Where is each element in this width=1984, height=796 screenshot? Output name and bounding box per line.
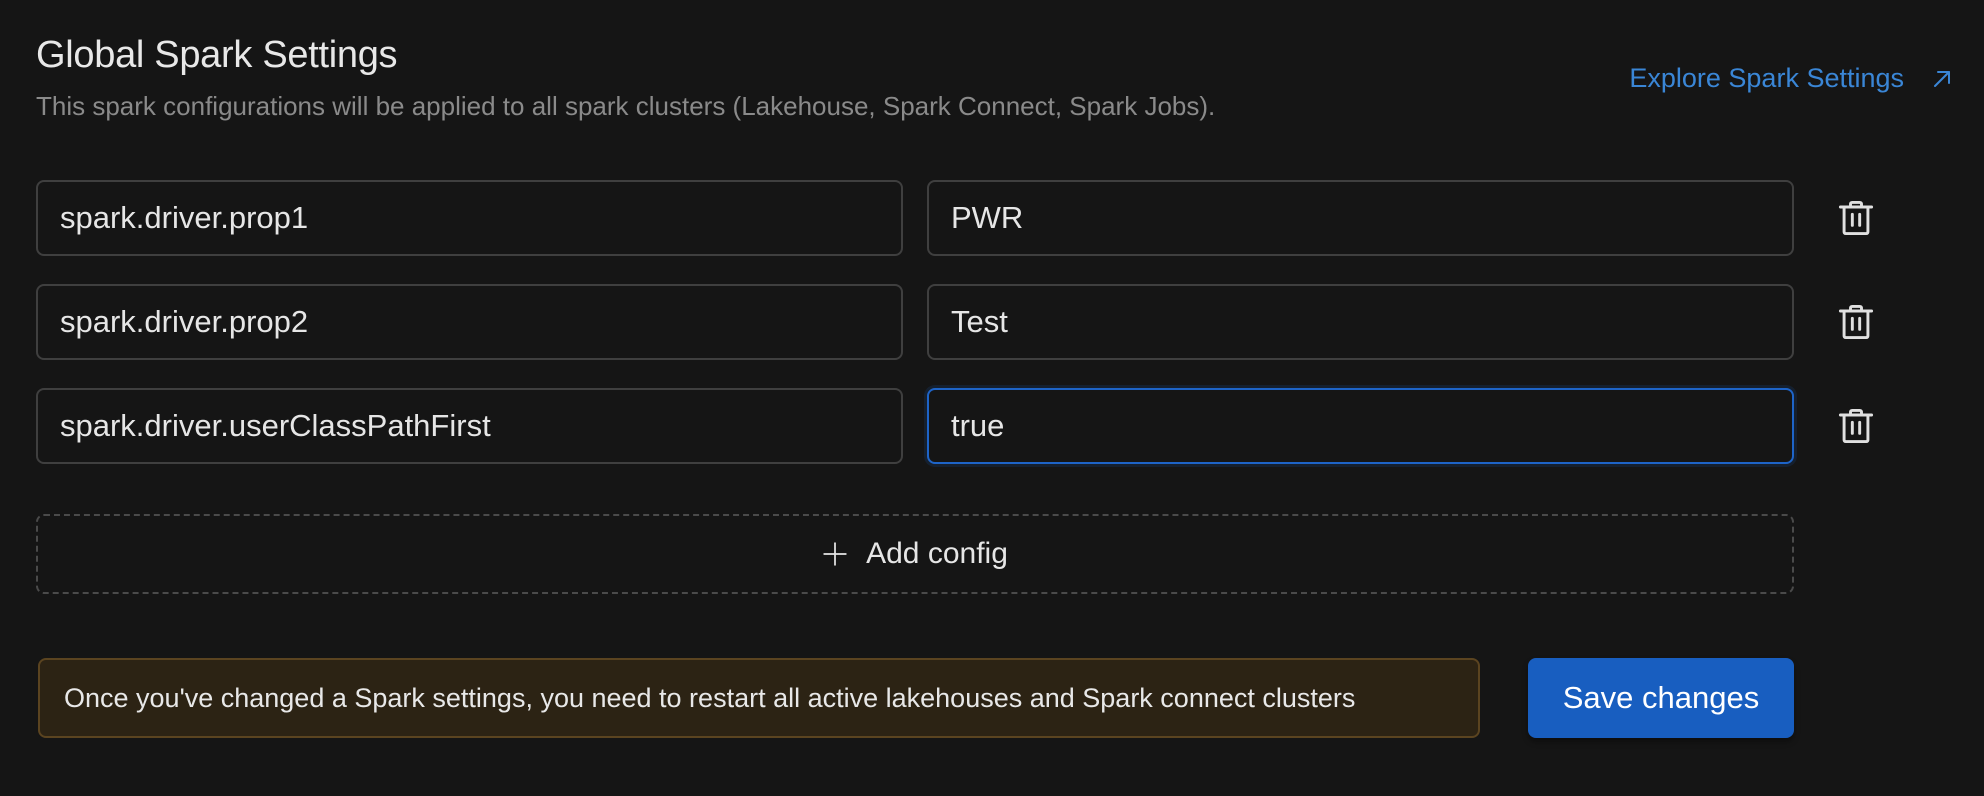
explore-link-label: Explore Spark Settings [1629,63,1904,93]
config-key-field[interactable] [36,180,903,256]
add-config-button[interactable]: Add config [36,514,1794,594]
config-value-field[interactable] [927,388,1794,464]
config-value-field[interactable] [927,284,1794,360]
trash-icon[interactable] [1834,404,1878,448]
page-subtitle: This spark configurations will be applie… [36,91,1216,121]
save-changes-button[interactable]: Save changes [1528,658,1794,738]
trash-icon[interactable] [1834,196,1878,240]
config-key-input[interactable] [38,182,901,254]
restart-notice-text: Once you've changed a Spark settings, yo… [64,682,1356,713]
explore-spark-settings-link[interactable]: Explore Spark Settings [1629,63,1954,94]
arrow-up-right-icon [1934,70,1950,87]
restart-notice: Once you've changed a Spark settings, yo… [38,658,1480,738]
page-title: Global Spark Settings [36,34,398,76]
config-value-input[interactable] [929,390,1792,462]
trash-icon[interactable] [1834,300,1878,344]
config-key-field[interactable] [36,284,903,360]
config-value-input[interactable] [929,182,1792,254]
add-config-label: Add config [866,537,1008,570]
config-key-field[interactable] [36,388,903,464]
plus-icon [823,542,847,566]
config-value-field[interactable] [927,180,1794,256]
config-key-input[interactable] [38,390,901,462]
config-key-input[interactable] [38,286,901,358]
config-value-input[interactable] [929,286,1792,358]
